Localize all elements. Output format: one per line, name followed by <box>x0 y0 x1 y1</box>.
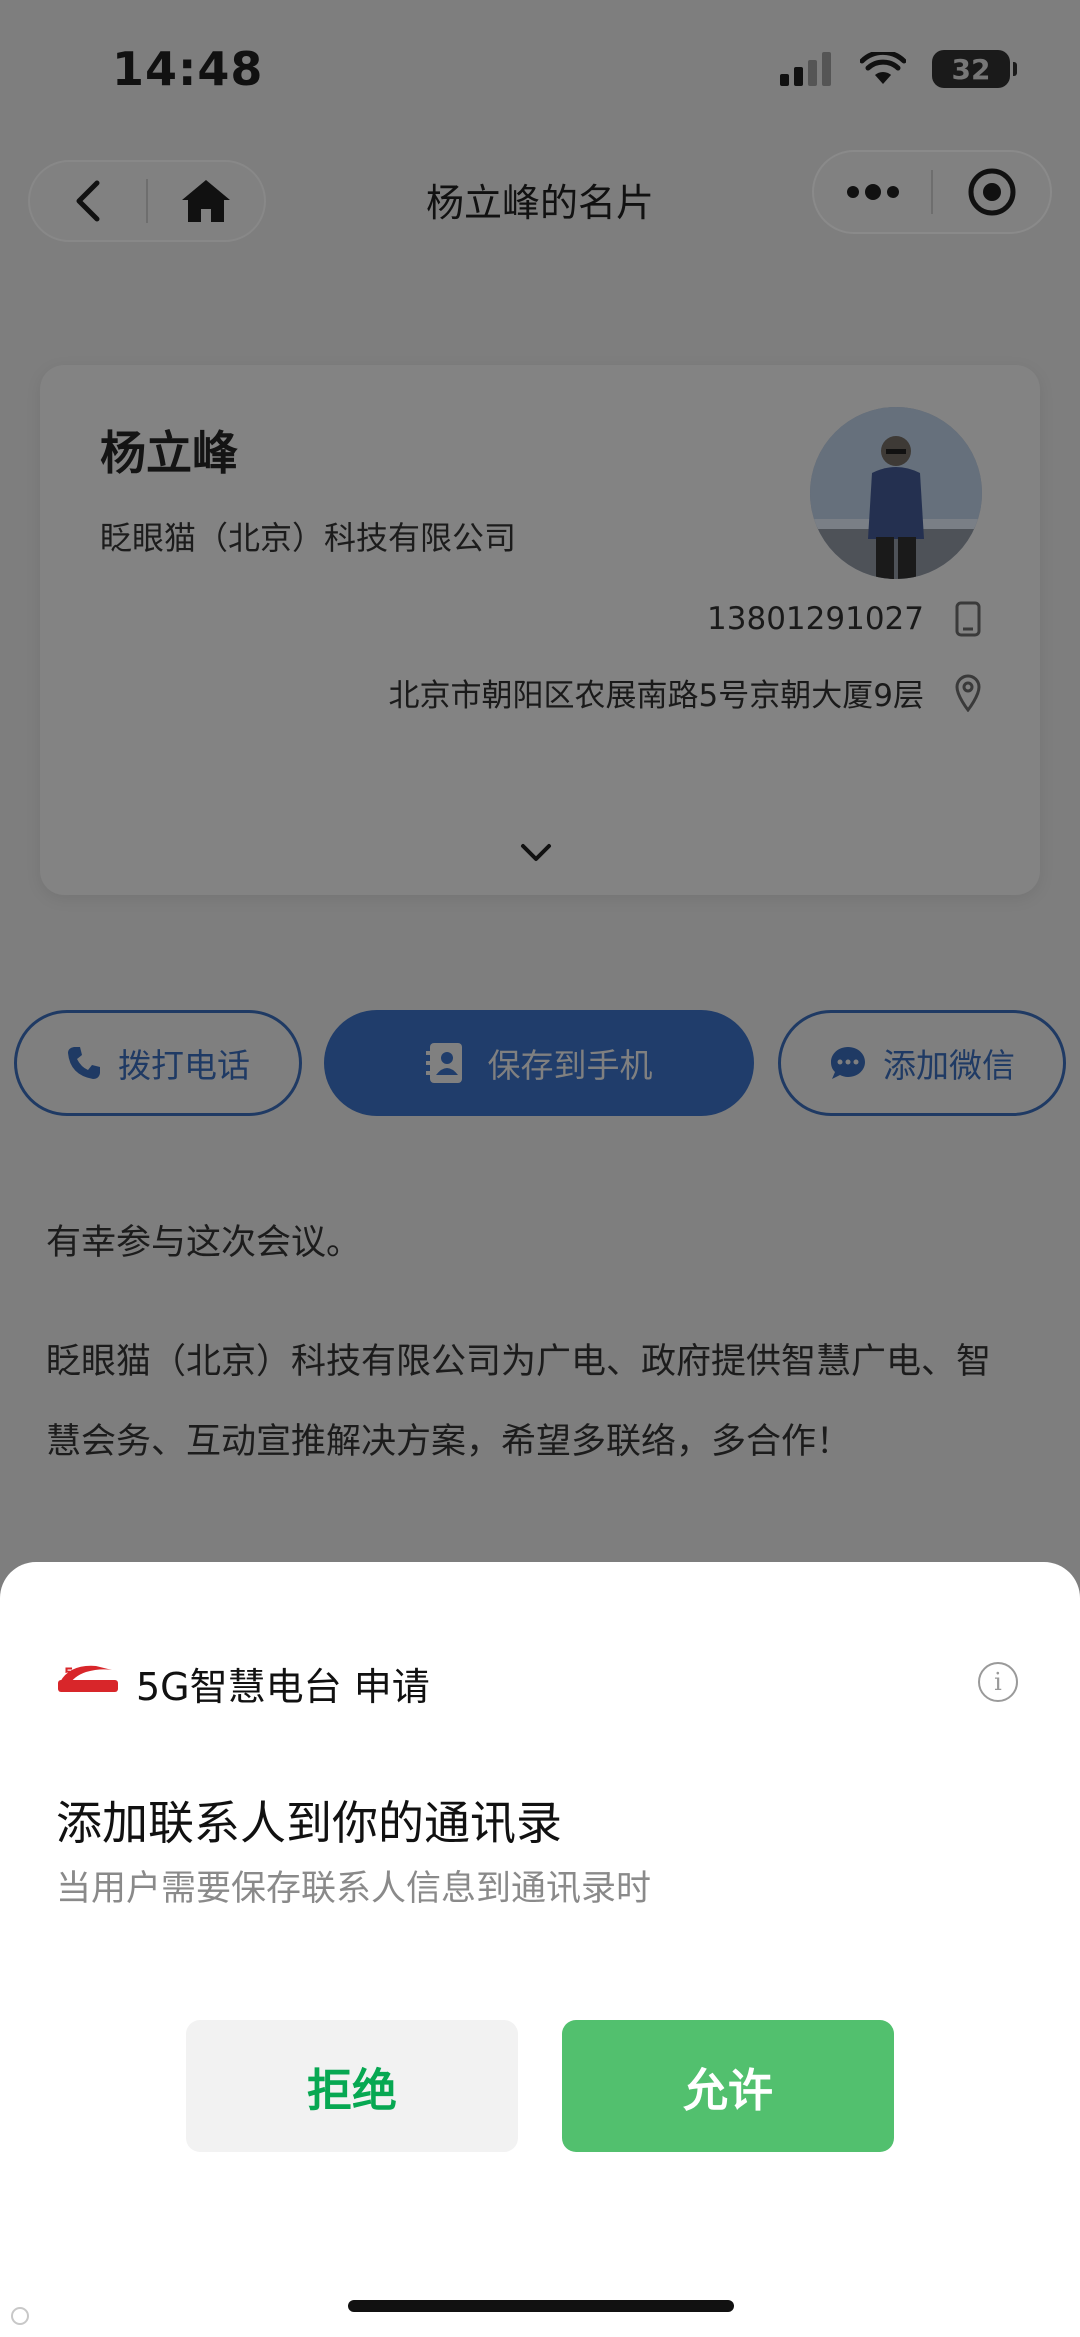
intro-line: 有幸参与这次会议。 <box>46 1223 362 1263</box>
contact-company: 眨眼猫（北京）科技有限公司 <box>100 519 517 557</box>
contact-address: 北京市朝阳区农展南路5号京朝大厦9层 <box>388 678 924 714</box>
mobile-phone-icon <box>955 601 981 637</box>
home-indicator <box>348 2300 734 2312</box>
wechat-button-label: 添加微信 <box>883 1046 1015 1085</box>
permission-title: 添加联系人到你的通讯录 <box>56 1796 562 1850</box>
allow-button[interactable]: 允许 <box>562 2020 894 2152</box>
wifi-icon <box>860 52 906 84</box>
save-to-phone-button[interactable]: 保存到手机 <box>324 1010 754 1116</box>
permission-description: 当用户需要保存联系人信息到通讯录时 <box>56 1869 652 1909</box>
signal-icon <box>780 52 831 86</box>
more-button[interactable] <box>814 152 931 232</box>
battery-level: 32 <box>951 52 991 86</box>
call-button[interactable]: 拨打电话 <box>14 1010 302 1116</box>
avatar <box>810 407 982 579</box>
location-pin-icon <box>955 674 981 712</box>
target-close-icon <box>968 168 1015 216</box>
save-button-label: 保存到手机 <box>487 1046 653 1085</box>
watermark-icon <box>11 2307 29 2325</box>
app-logo-icon: 5 <box>58 1665 118 1692</box>
chat-bubble-icon <box>831 1047 865 1079</box>
more-dots-icon <box>846 184 899 200</box>
miniprogram-capsule <box>812 150 1052 234</box>
contact-name: 杨立峰 <box>100 426 238 480</box>
close-miniprogram-button[interactable] <box>933 152 1050 232</box>
business-card: 杨立峰 眨眼猫（北京）科技有限公司 13801291027 北京市朝阳区农展南路… <box>40 365 1040 895</box>
contact-book-icon <box>425 1043 462 1083</box>
expand-card-button[interactable] <box>520 843 552 867</box>
action-buttons: 拨打电话 保存到手机 添加微信 <box>14 1010 1066 1116</box>
status-icons: 32 <box>780 50 1017 88</box>
requesting-app-name: 5G智慧电台 申请 <box>136 1665 430 1709</box>
chevron-down-icon <box>521 844 551 861</box>
permission-sheet: 5 5G智慧电台 申请 i 添加联系人到你的通讯录 当用户需要保存联系人信息到通… <box>0 1562 1080 2337</box>
add-wechat-button[interactable]: 添加微信 <box>778 1010 1066 1116</box>
intro-paragraph: 眨眼猫（北京）科技有限公司为广电、政府提供智慧广电、智慧会务、互动宣推解决方案，… <box>46 1342 992 1462</box>
phone-row[interactable]: 13801291027 <box>707 601 982 637</box>
phone-icon <box>68 1047 100 1079</box>
battery-icon: 32 <box>932 50 1017 88</box>
avatar-photo <box>810 407 982 579</box>
deny-button[interactable]: 拒绝 <box>186 2020 518 2152</box>
info-icon[interactable]: i <box>978 1662 1018 1702</box>
svg-text:5: 5 <box>64 1666 74 1682</box>
watermark-logo <box>10 2306 32 2326</box>
call-button-label: 拨打电话 <box>118 1046 250 1085</box>
status-time: 14:48 <box>112 42 264 96</box>
contact-phone: 13801291027 <box>707 601 924 637</box>
address-row[interactable]: 北京市朝阳区农展南路5号京朝大厦9层 <box>389 670 982 715</box>
status-bar: 14:48 32 <box>0 0 1080 140</box>
